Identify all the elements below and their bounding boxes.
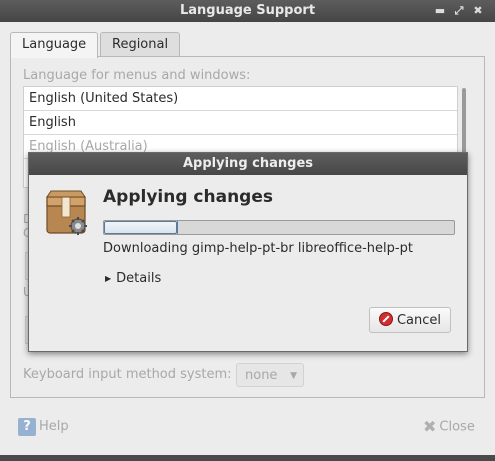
keyboard-input-label: Keyboard input method system: <box>23 367 232 382</box>
dialog-heading: Applying changes <box>103 187 273 207</box>
keyboard-input-select[interactable]: none ▼ <box>236 363 304 387</box>
chevron-down-icon: ▼ <box>290 371 297 381</box>
minimize-icon[interactable]: ▬ <box>432 3 448 19</box>
applying-changes-dialog: Applying changes Applying changes Downlo… <box>28 152 468 352</box>
close-button[interactable]: ✖ Close <box>423 416 475 438</box>
download-progress-bar <box>103 220 455 235</box>
package-icon <box>45 189 89 235</box>
menus-language-label: Language for menus and windows: <box>23 68 251 83</box>
scrollbar-thumb[interactable] <box>462 88 466 158</box>
window-titlebar[interactable]: Language Support ▬ ⤢ ✖ <box>0 0 495 22</box>
close-icon: ✖ <box>423 417 437 436</box>
progress-fill <box>104 221 178 234</box>
help-icon: ? <box>18 417 36 436</box>
tab-regional-formats[interactable]: Regional Formats <box>100 32 181 75</box>
cancel-button-label: Cancel <box>396 313 442 328</box>
list-item[interactable]: English <box>24 111 457 135</box>
keyboard-input-value: none <box>245 368 278 383</box>
close-window-icon[interactable]: ✖ <box>470 3 486 19</box>
download-status: Downloading gimp-help-pt-br libreoffice-… <box>103 241 413 256</box>
close-button-label: Close <box>439 419 475 435</box>
tab-language[interactable]: Language <box>10 32 99 58</box>
window-title: Language Support <box>179 3 316 18</box>
help-button[interactable]: ? Help <box>18 416 69 438</box>
cancel-button[interactable]: Cancel <box>369 307 451 333</box>
details-label: Details <box>116 271 162 286</box>
screen-edge <box>0 455 495 461</box>
maximize-icon[interactable]: ⤢ <box>451 3 467 19</box>
cancel-icon <box>378 312 393 326</box>
dialog-titlebar[interactable]: Applying changes <box>29 153 467 175</box>
expander-arrow-icon: ▶ <box>105 274 112 283</box>
details-expander[interactable]: ▶ Details <box>105 271 161 286</box>
help-button-label: Help <box>39 419 69 434</box>
list-item[interactable]: English (United States) <box>24 87 457 111</box>
